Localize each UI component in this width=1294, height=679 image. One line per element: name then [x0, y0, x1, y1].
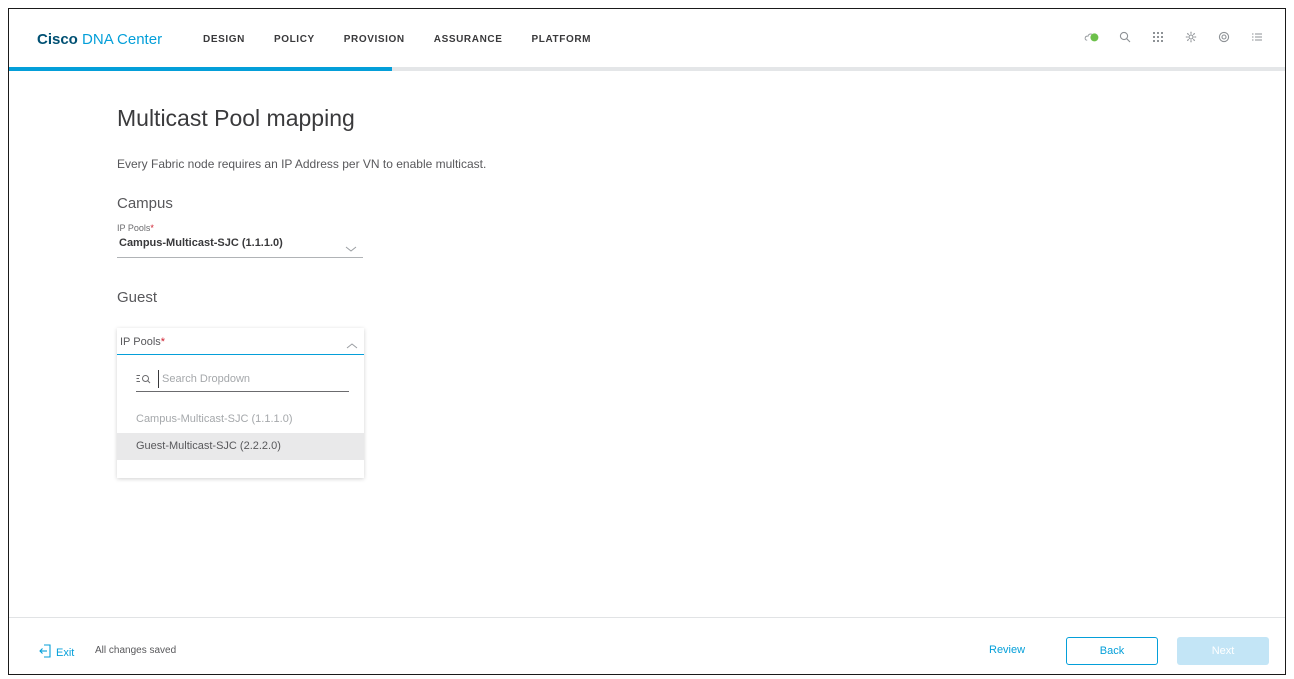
required-mark: *: [150, 223, 154, 233]
nav-provision[interactable]: PROVISION: [344, 34, 405, 45]
cloud-status-icon[interactable]: [1084, 29, 1100, 45]
page-description: Every Fabric node requires an IP Address…: [117, 157, 487, 171]
dropdown-search-input[interactable]: [158, 370, 343, 388]
chevron-down-icon: [345, 240, 357, 258]
filter-search-icon: [136, 372, 152, 390]
app-window: Cisco DNA Center DESIGN POLICY PROVISION…: [8, 8, 1286, 675]
brand-name-rest: DNA Center: [82, 31, 163, 48]
review-link[interactable]: Review: [989, 644, 1025, 656]
dropdown-search: [136, 368, 349, 392]
next-button[interactable]: Next: [1177, 637, 1269, 665]
nav-design[interactable]: DESIGN: [203, 34, 245, 45]
search-icon[interactable]: [1117, 29, 1133, 45]
wizard-progress-bar: [9, 67, 1285, 71]
guest-ip-pools-select[interactable]: IP Pools*: [117, 328, 364, 355]
back-button[interactable]: Back: [1066, 637, 1158, 665]
wizard-footer: Exit All changes saved Review Back Next: [9, 617, 1285, 674]
save-status: All changes saved: [95, 645, 177, 656]
guest-ip-pools-label-text: IP Pools: [120, 336, 161, 348]
brand-logo[interactable]: Cisco DNA Center: [37, 31, 162, 48]
guest-ip-pools-label: IP Pools*: [120, 336, 165, 348]
campus-ip-pools-label-text: IP Pools: [117, 223, 151, 233]
nav-assurance[interactable]: ASSURANCE: [434, 34, 503, 45]
required-mark: *: [160, 336, 166, 348]
help-icon[interactable]: [1216, 29, 1232, 45]
nav-platform[interactable]: PLATFORM: [532, 34, 592, 45]
exit-label: Exit: [56, 646, 75, 659]
campus-ip-pools-label: IP Pools*: [117, 223, 154, 233]
exit-icon: [39, 644, 51, 661]
campus-ip-pools-value: Campus-Multicast-SJC (1.1.1.0): [119, 237, 283, 249]
dropdown-option-campus-multicast: Campus-Multicast-SJC (1.1.1.0): [136, 413, 293, 425]
main-nav: DESIGN POLICY PROVISION ASSURANCE PLATFO…: [203, 34, 620, 45]
dropdown-option-guest-multicast[interactable]: Guest-Multicast-SJC (2.2.2.0): [117, 433, 364, 460]
guest-ip-pools-dropdown: IP Pools* Campus-Multicast-SJC (1.1.1.0)…: [117, 328, 364, 478]
brand-name-bold: Cisco: [37, 31, 78, 48]
campus-ip-pools-select[interactable]: Campus-Multicast-SJC (1.1.1.0): [117, 234, 363, 258]
header-tools: [1067, 29, 1265, 45]
apps-grid-icon[interactable]: [1150, 29, 1166, 45]
wizard-progress-fill: [9, 67, 392, 71]
section-title-guest: Guest: [117, 289, 158, 306]
exit-button[interactable]: Exit: [39, 644, 74, 661]
gear-icon[interactable]: [1183, 29, 1199, 45]
menu-icon[interactable]: [1249, 29, 1265, 45]
chevron-up-icon: [346, 337, 358, 355]
section-title-campus: Campus: [117, 195, 173, 212]
page-title: Multicast Pool mapping: [117, 105, 355, 131]
nav-policy[interactable]: POLICY: [274, 34, 315, 45]
top-header: Cisco DNA Center DESIGN POLICY PROVISION…: [9, 9, 1285, 67]
